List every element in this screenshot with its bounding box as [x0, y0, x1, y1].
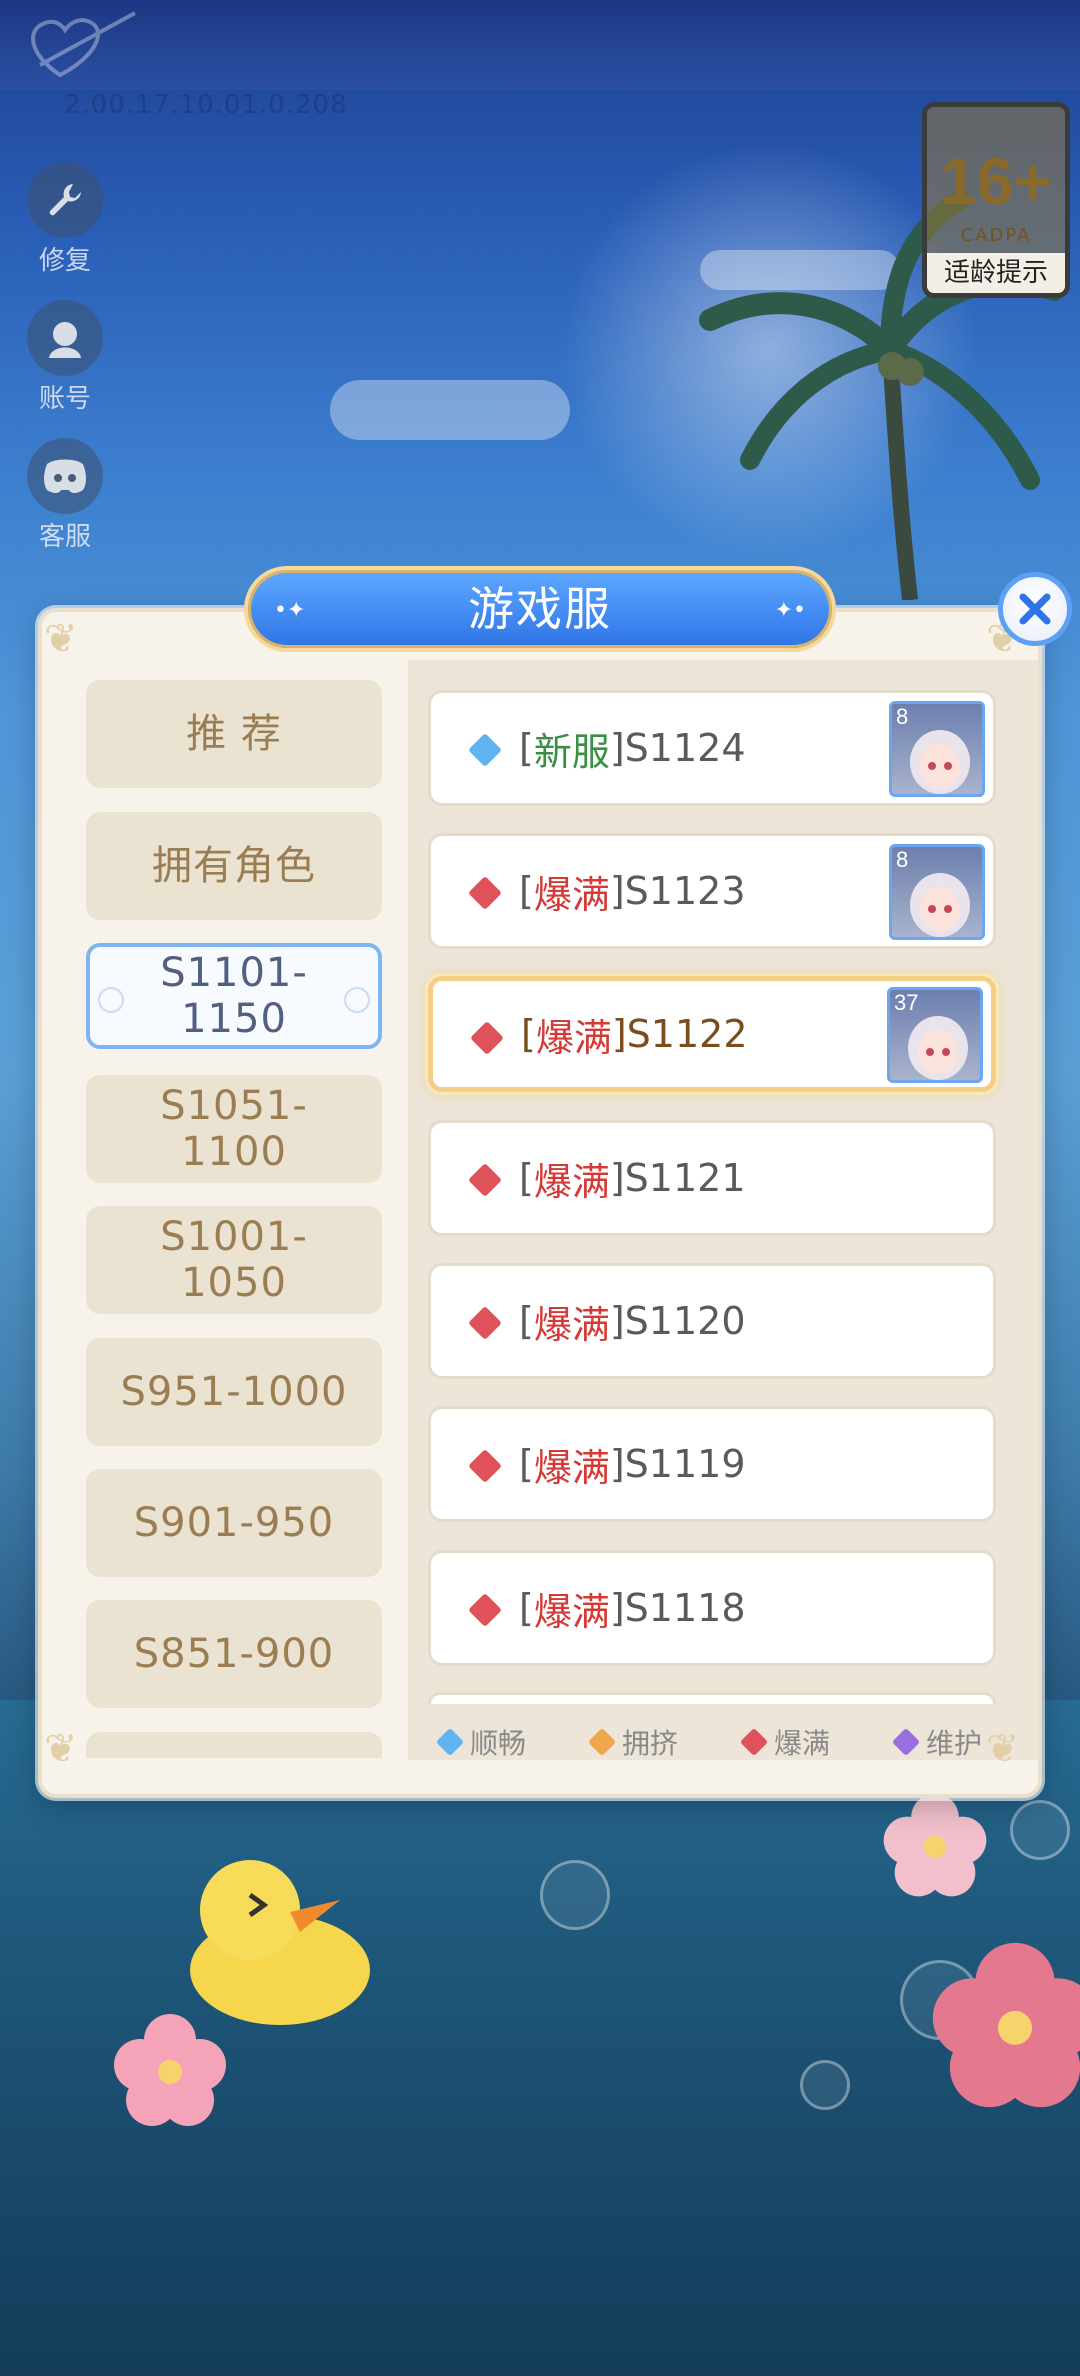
server-name: [爆满] S1121 [519, 1156, 746, 1204]
status-full-icon [468, 1593, 502, 1627]
server-row-s1124[interactable]: [新服] S1124 8 [428, 690, 996, 806]
server-name: [爆满] S1123 [519, 869, 746, 917]
character-level: 8 [896, 704, 909, 729]
category-s1101-1150[interactable]: S1101- 1150 [86, 943, 382, 1049]
category-label: S1001- 1050 [160, 1214, 308, 1306]
bubble [800, 2060, 850, 2110]
diamond-maintenance-icon [891, 1727, 921, 1757]
heart-logo-icon [31, 11, 136, 78]
character-level: 37 [894, 990, 919, 1015]
legend-smooth: 顺畅 [435, 1722, 526, 1762]
category-partial[interactable] [86, 1732, 382, 1758]
legend-full: 爆满 [739, 1722, 830, 1762]
top-banner [0, 0, 1080, 90]
category-s1051-1100[interactable]: S1051- 1100 [86, 1075, 382, 1183]
diamond-full-icon [739, 1727, 769, 1757]
status-full-icon [470, 1021, 504, 1055]
server-row-s1121[interactable]: [爆满] S1121 [428, 1120, 996, 1236]
category-label: S1051- 1100 [160, 1083, 308, 1175]
category-label: 推 荐 [186, 711, 282, 757]
sparkle-icon: ✦• [774, 598, 806, 623]
server-name: [爆满] S1122 [521, 1012, 748, 1060]
bubble [540, 1860, 610, 1930]
server-row-s1118[interactable]: [爆满] S1118 [428, 1550, 996, 1666]
character-avatar: 37 [887, 987, 983, 1083]
server-row-s1123[interactable]: [爆满] S1123 8 [428, 833, 996, 949]
diamond-crowded-icon [587, 1727, 617, 1757]
status-full-icon [468, 876, 502, 910]
server-row-s1122[interactable]: [爆满] S1122 37 [428, 976, 996, 1092]
cloud [330, 380, 570, 440]
category-label: S1101- 1150 [160, 950, 308, 1042]
close-icon [1019, 593, 1051, 625]
category-s1001-1050[interactable]: S1001- 1050 [86, 1206, 382, 1314]
corner-ornament-icon: ❦ [44, 1726, 78, 1772]
discord-icon [27, 438, 103, 514]
support-label: 客服 [38, 522, 91, 552]
avatar-icon [27, 300, 103, 376]
server-name: [爆满] S1118 [519, 1586, 746, 1634]
age-rating-badge: 16+ CADPA 适龄提示 [922, 102, 1070, 298]
category-owned-characters[interactable]: 拥有角色 [86, 812, 382, 920]
character-avatar: 8 [889, 701, 985, 797]
character-level: 8 [896, 847, 909, 872]
corner-ornament-icon: ❦ [44, 616, 78, 662]
close-button[interactable] [998, 572, 1072, 646]
account-label: 账号 [38, 384, 91, 414]
status-full-icon [468, 1163, 502, 1197]
category-label: S951-1000 [120, 1369, 348, 1415]
flower-image [114, 2014, 226, 2126]
age-rating-tip: 适龄提示 [927, 253, 1065, 293]
legend-maintenance: 维护 [891, 1722, 982, 1762]
diamond-smooth-icon [435, 1727, 465, 1757]
age-rating-org: CADPA [960, 225, 1032, 246]
status-smooth-icon [468, 733, 502, 767]
category-recommended[interactable]: 推 荐 [86, 680, 382, 788]
wrench-icon [27, 162, 103, 238]
status-full-icon [468, 1449, 502, 1483]
support-button[interactable]: 客服 [25, 438, 105, 553]
repair-button[interactable]: 修复 [25, 162, 105, 277]
status-full-icon [468, 1306, 502, 1340]
category-s951-1000[interactable]: S951-1000 [86, 1338, 382, 1446]
legend-crowded: 拥挤 [587, 1722, 678, 1762]
category-label: S851-900 [133, 1631, 335, 1677]
server-row-s1120[interactable]: [爆满] S1120 [428, 1263, 996, 1379]
category-s901-950[interactable]: S901-950 [86, 1469, 382, 1577]
dialog-title: 游戏服 [468, 582, 612, 636]
character-avatar: 8 [889, 844, 985, 940]
dialog-title-ribbon: •✦ 游戏服 ✦• [244, 566, 836, 652]
server-name: [爆满] S1120 [519, 1299, 746, 1347]
server-name: [新服] S1124 [519, 726, 746, 774]
age-rating-number: 16+ [940, 144, 1052, 218]
status-legend: 顺畅 拥挤 爆满 维护 [435, 1722, 1000, 1762]
server-row-s1119[interactable]: [爆满] S1119 [428, 1406, 996, 1522]
category-s851-900[interactable]: S851-900 [86, 1600, 382, 1708]
category-label: S901-950 [133, 1500, 335, 1546]
bubble [1010, 1800, 1070, 1860]
repair-label: 修复 [38, 246, 91, 276]
category-label: 拥有角色 [152, 843, 316, 889]
version-text: 2.00.17.10.01.0.208 [64, 90, 348, 120]
account-button[interactable]: 账号 [25, 300, 105, 415]
flower-image [932, 1942, 1080, 2108]
flower-image [883, 1793, 987, 1897]
server-row-partial[interactable] [428, 1692, 996, 1704]
server-name: [爆满] S1119 [519, 1442, 746, 1490]
